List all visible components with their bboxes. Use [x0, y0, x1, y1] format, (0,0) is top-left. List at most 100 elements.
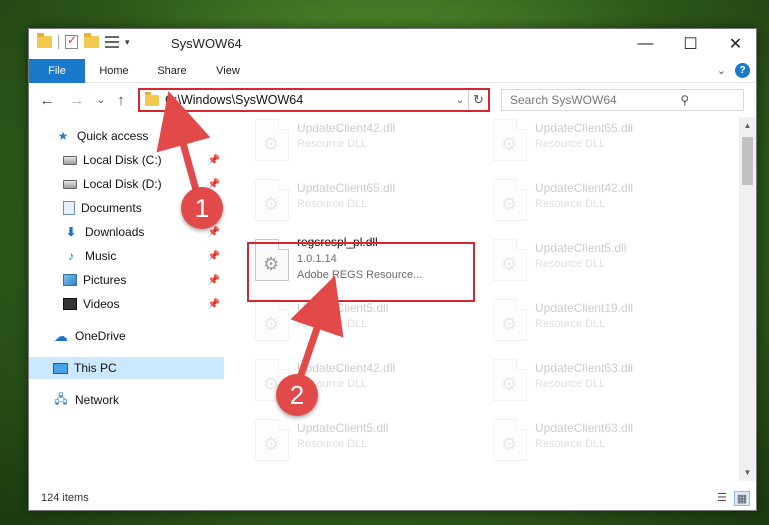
- sidebar-item-quick-access[interactable]: ★ Quick access: [29, 125, 224, 147]
- scroll-up-icon[interactable]: ▲: [739, 117, 756, 134]
- pin-icon[interactable]: 📌: [208, 155, 220, 166]
- pin-icon[interactable]: 📌: [208, 251, 220, 262]
- gear-icon: ⚙: [501, 254, 518, 274]
- chevron-down-icon[interactable]: ⌄: [452, 95, 468, 106]
- sidebar-item-pictures[interactable]: Pictures 📌: [29, 269, 224, 291]
- list-item[interactable]: ⚙ UpdateClient65.dll Resource DLL: [225, 169, 453, 225]
- list-item[interactable]: ⚙ UpdateClient42.dll Resource DLL: [225, 349, 453, 405]
- window-title: SysWOW64: [171, 36, 242, 51]
- list-item[interactable]: ⚙ UpdateClient63.dll Resource DLL: [463, 409, 691, 465]
- dll-file-icon: ⚙: [255, 119, 289, 161]
- file-description: Resource DLL: [535, 438, 606, 450]
- star-icon: ★: [57, 129, 69, 143]
- tab-share[interactable]: Share: [149, 59, 195, 83]
- file-description: Resource DLL: [535, 318, 606, 330]
- cloud-icon: ☁: [54, 327, 68, 344]
- pin-icon[interactable]: 📌: [208, 275, 220, 286]
- file-name: UpdateClient5.dll: [297, 421, 389, 435]
- folder-icon: [145, 91, 159, 106]
- network-icon: 🖧: [54, 391, 68, 406]
- sidebar-item-label: Local Disk (D:): [83, 177, 162, 191]
- dll-file-icon: ⚙: [255, 299, 289, 341]
- customize-icon[interactable]: [105, 36, 119, 48]
- dll-file-icon: ⚙: [493, 119, 527, 161]
- tab-file[interactable]: File: [29, 59, 85, 83]
- title-bar: ▾ SysWOW64 — ☐ ✕: [29, 29, 756, 59]
- list-item[interactable]: ⚙ UpdateClient5.dll Resource DLL: [225, 409, 453, 465]
- help-icon[interactable]: ?: [735, 63, 750, 78]
- sidebar-item-label: Quick access: [77, 129, 149, 143]
- sidebar-item-this-pc[interactable]: This PC: [29, 357, 224, 379]
- sidebar-item-onedrive[interactable]: ☁ OneDrive: [29, 325, 224, 347]
- sidebar-item-network[interactable]: 🖧 Network: [29, 389, 224, 411]
- dll-file-icon: ⚙: [255, 179, 289, 221]
- dll-file-icon: ⚙: [493, 359, 527, 401]
- maximize-button[interactable]: ☐: [668, 29, 713, 59]
- new-folder-icon[interactable]: [84, 33, 99, 48]
- sidebar-item-label: OneDrive: [75, 329, 126, 343]
- properties-icon[interactable]: [65, 33, 78, 49]
- videos-icon: [63, 298, 77, 310]
- list-item[interactable]: ⚙ UpdateClient65.dll Resource DLL: [463, 117, 691, 165]
- file-name: UpdateClient19.dll: [535, 301, 634, 315]
- file-name: UpdateClient5.dll: [297, 301, 389, 315]
- dll-file-icon: ⚙: [493, 299, 527, 341]
- sidebar-item-music[interactable]: ♪ Music 📌: [29, 245, 224, 267]
- tab-view[interactable]: View: [207, 59, 249, 83]
- scrollbar-thumb[interactable]: [742, 137, 753, 185]
- sidebar-item-label: Videos: [83, 297, 120, 311]
- file-name: UpdateClient42.dll: [297, 361, 396, 375]
- gear-icon: ⚙: [501, 314, 518, 334]
- address-bar[interactable]: C:\Windows\SysWOW64 ⌄ ↻: [138, 88, 490, 112]
- forward-button[interactable]: →: [67, 89, 87, 111]
- search-input[interactable]: Search SysWOW64: [510, 93, 627, 107]
- file-name: UpdateClient65.dll: [535, 121, 634, 135]
- quick-access-toolbar: ▾: [37, 33, 130, 49]
- list-item[interactable]: ⚙ UpdateClient19.dll Resource DLL: [463, 289, 691, 345]
- gear-icon: ⚙: [263, 194, 280, 214]
- sidebar-item-videos[interactable]: Videos 📌: [29, 293, 224, 315]
- sidebar-item-label: Local Disk (C:): [83, 153, 162, 167]
- list-item[interactable]: ⚙ UpdateClient42.dll Resource DLL: [225, 117, 453, 165]
- sidebar-item-local-disk-c[interactable]: Local Disk (C:) 📌: [29, 149, 224, 171]
- refresh-button[interactable]: ↻: [468, 90, 488, 110]
- file-name: UpdateClient42.dll: [535, 181, 634, 195]
- navigation-bar: ← → ⌄ ↑ C:\Windows\SysWOW64 ⌄ ↻ Search S…: [29, 85, 756, 115]
- tiles-view-icon[interactable]: ▦: [734, 491, 750, 506]
- chevron-down-icon[interactable]: ▾: [125, 37, 130, 48]
- scroll-down-icon[interactable]: ▼: [739, 464, 756, 481]
- item-count: 124 items: [41, 492, 89, 504]
- address-path[interactable]: C:\Windows\SysWOW64: [165, 93, 452, 107]
- gear-icon: ⚙: [263, 314, 280, 334]
- pin-icon[interactable]: 📌: [208, 227, 220, 238]
- list-item[interactable]: ⚙ UpdateClient42.dll Resource DLL: [463, 169, 691, 225]
- highlight-frame: [247, 242, 475, 302]
- file-name: UpdateClient65.dll: [297, 181, 396, 195]
- file-name: UpdateClient63.dll: [535, 421, 634, 435]
- dll-file-icon: ⚙: [493, 419, 527, 461]
- sidebar-item-label: Music: [85, 249, 117, 263]
- step-2-badge: 2: [276, 374, 318, 416]
- expand-ribbon-icon[interactable]: ⌄: [717, 64, 726, 77]
- gear-icon: ⚙: [263, 434, 280, 454]
- minimize-button[interactable]: —: [623, 29, 668, 59]
- file-description: Resource DLL: [297, 198, 368, 210]
- up-button[interactable]: ↑: [111, 89, 131, 111]
- search-icon[interactable]: ⚲: [627, 93, 744, 107]
- vertical-scrollbar[interactable]: ▲ ▼: [739, 117, 756, 481]
- tab-home[interactable]: Home: [91, 59, 137, 83]
- recent-locations-button[interactable]: ⌄: [91, 89, 111, 111]
- close-button[interactable]: ✕: [713, 29, 756, 59]
- music-icon: ♪: [68, 249, 74, 263]
- list-item[interactable]: ⚙ UpdateClient5.dll Resource DLL: [463, 229, 691, 285]
- file-name: UpdateClient42.dll: [297, 121, 396, 135]
- details-view-icon[interactable]: ☰: [714, 491, 730, 506]
- gear-icon: ⚙: [263, 134, 280, 154]
- computer-icon: [53, 362, 68, 374]
- list-item[interactable]: ⚙ UpdateClient63.dll Resource DLL: [463, 349, 691, 405]
- back-button[interactable]: ←: [37, 89, 57, 111]
- sidebar-item-label: This PC: [74, 361, 117, 375]
- search-box[interactable]: Search SysWOW64 ⚲: [501, 89, 744, 111]
- pin-icon[interactable]: 📌: [208, 299, 220, 310]
- status-bar: 124 items ☰ ▦: [29, 488, 756, 510]
